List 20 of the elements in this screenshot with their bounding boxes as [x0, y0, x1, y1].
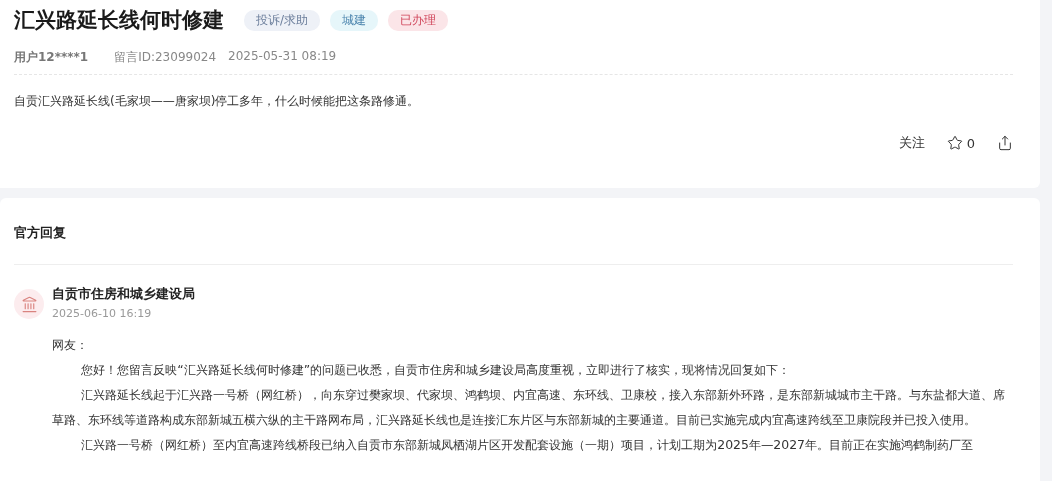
follow-link[interactable]: 关注: [898, 134, 925, 152]
reply-paragraph: 汇兴路一号桥（网红桥）至内宜高速跨线桥段已纳入自贡市东部新城凤栖湖片区开发配套设施（一期）项目，计划工期为2025年—2027年。目前正在实施鸿鹤制药厂至: [80, 436, 974, 454]
reply-paragraph: 汇兴路延长线起于汇兴路一号桥（网红桥），向东穿过樊家坝、代家坝、鸿鹤坝、内宜高速、东环线、卫康校，接入东部新外环路，是东部新城城市主干路。与东盐都大道、席草路、东环线等道路构成东部新城五横六纵的主干路网布局，汇兴路延长线也是连接汇东片区与东部新城的主要通道。目前已实施完成内宜高速跨线至卫康院段并已投入使用。: [52, 386, 1007, 429]
user-name: 用户12****1: [14, 48, 89, 66]
reply-time: 2025-06-10 16:19: [52, 307, 153, 320]
star-icon[interactable]: [946, 135, 963, 151]
message-id: 留言ID:23099024: [114, 48, 217, 66]
post-time: 2025-05-31 08:19: [228, 48, 337, 65]
department-name: 自贡市住房和城乡建设局: [52, 285, 195, 303]
question-title: 汇兴路延长线何时修建: [14, 7, 224, 34]
section-heading: 官方回复: [14, 198, 1013, 265]
reply-paragraph: 您好！您留言反映“汇兴路延长线何时修建”的问题已收悉，自贡市住房和城乡建设局高度重视，立即进行了核实，现将情况回复如下：: [80, 361, 792, 379]
building-icon: [20, 295, 38, 313]
greeting: 网友：: [52, 336, 89, 354]
category-tag: 已办理: [388, 9, 449, 31]
star-count: 0: [966, 135, 975, 151]
share-icon[interactable]: [997, 135, 1013, 151]
question-body: 自贡汇兴路延长线(毛家坝——唐家坝)停工多年，什么时候能把这条路修通。: [14, 93, 421, 110]
category-tag: 城建: [330, 9, 379, 31]
category-tag: 投诉/求助: [244, 9, 321, 31]
